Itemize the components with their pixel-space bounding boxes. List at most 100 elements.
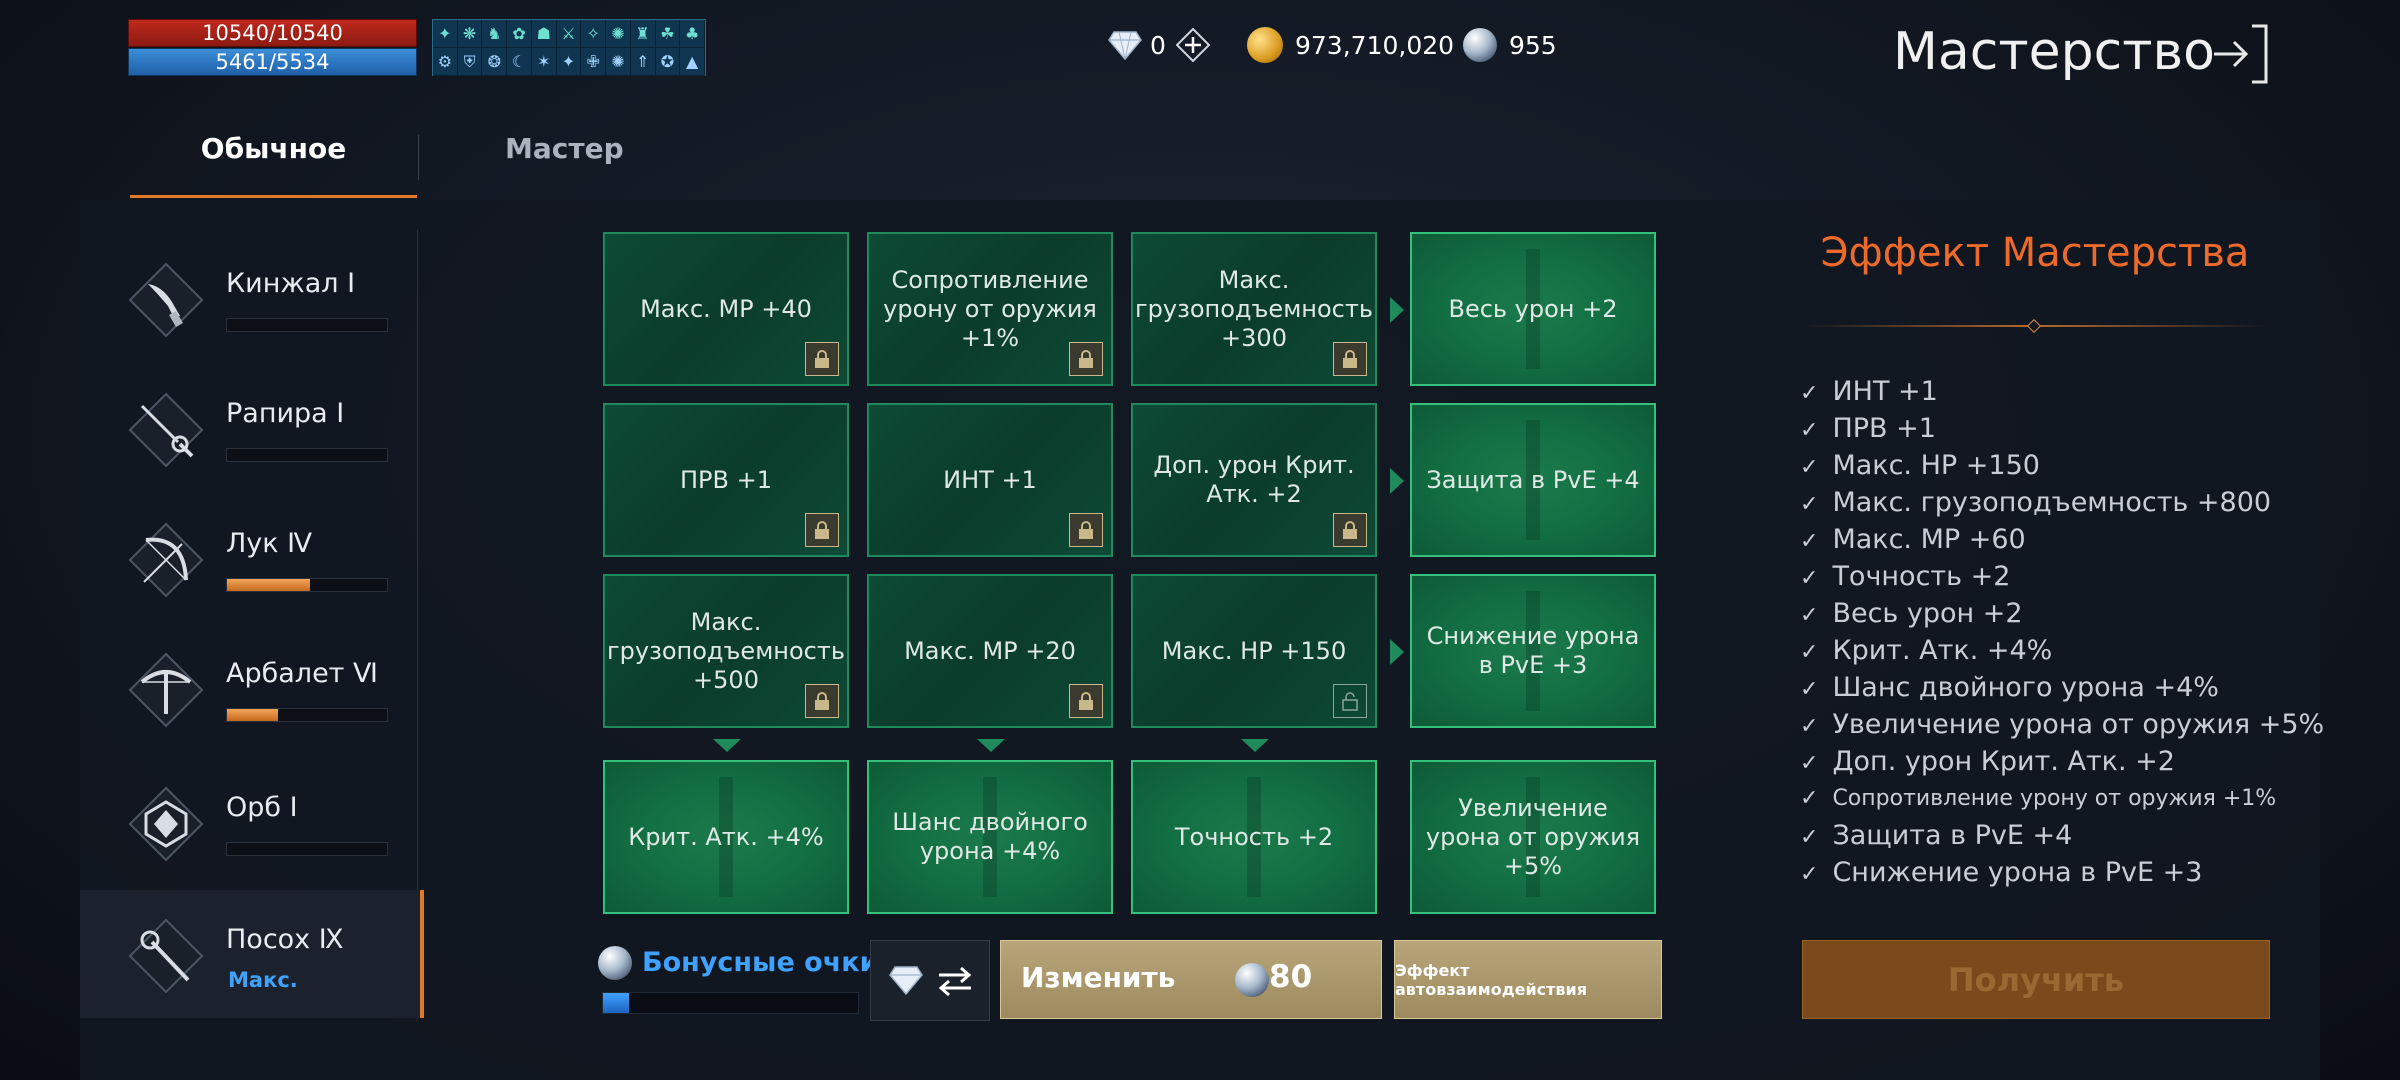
- node-label: Макс. MP +20: [904, 636, 1076, 665]
- lock-icon: [1069, 684, 1103, 718]
- orb-count: 955: [1509, 30, 1557, 60]
- mastery-node[interactable]: Макс. грузоподъемность +500: [603, 574, 849, 728]
- exit-icon[interactable]: [2210, 22, 2270, 86]
- node-label: Весь урон +2: [1448, 294, 1618, 323]
- chevron-right-icon: [1390, 468, 1404, 494]
- weapon-max-label: Макс.: [228, 968, 298, 992]
- buff-icon: ⛨: [457, 48, 483, 76]
- node-label: Шанс двойного урона +4%: [892, 808, 1088, 865]
- buff-icon: ✺: [606, 48, 631, 76]
- effect-item: Защита в PvE +4: [1800, 817, 2324, 854]
- effect-item: Макс. грузоподъемность +800: [1800, 484, 2324, 521]
- lock-icon: [1333, 513, 1367, 547]
- swap-currency-button[interactable]: [870, 940, 990, 1021]
- buff-icon: ✦: [433, 20, 458, 48]
- bonus-points-bar: [602, 992, 859, 1014]
- effect-item: ИНТ +1: [1800, 373, 2324, 410]
- chevron-down-icon: [977, 739, 1005, 752]
- effect-item: Сопротивление урону от оружия +1%: [1800, 780, 2324, 817]
- crossbow-icon: [128, 652, 204, 728]
- gem-currency: 0: [1108, 22, 1210, 68]
- mastery-reward-node[interactable]: Шанс двойного урона +4%: [867, 760, 1113, 914]
- buff-icon: ❂: [482, 48, 508, 76]
- swap-arrows-icon: [938, 966, 972, 997]
- effect-item: Доп. урон Крит. Атк. +2: [1800, 743, 2324, 780]
- mastery-node[interactable]: Макс. MP +40: [603, 232, 849, 386]
- weapon-name: Посох Ⅸ: [226, 924, 344, 955]
- mastery-reward-node[interactable]: Весь урон +2: [1410, 232, 1656, 386]
- gold-coin-icon: [1247, 27, 1283, 63]
- chevron-right-icon: [1390, 639, 1404, 665]
- add-gems-button[interactable]: [1175, 28, 1210, 62]
- staff-icon: [128, 918, 204, 994]
- node-label: Точность +2: [1174, 822, 1334, 851]
- change-cost: 80: [1269, 959, 1313, 995]
- auto-interaction-button[interactable]: Эффект автовзаимодействия: [1394, 940, 1662, 1019]
- mastery-reward-node[interactable]: Защита в PvE +4: [1410, 403, 1656, 557]
- change-button[interactable]: Изменить 80: [1000, 940, 1382, 1019]
- mastery-node[interactable]: Доп. урон Крит. Атк. +2: [1131, 403, 1377, 557]
- effect-item: Макс. HP +150: [1800, 447, 2324, 484]
- effect-item: Шанс двойного урона +4%: [1800, 669, 2324, 706]
- tab-divider: [418, 135, 419, 180]
- weapon-item-staff[interactable]: Посох Ⅸ Макс.: [80, 890, 424, 1018]
- weapon-name: Арбалет Ⅵ: [226, 658, 378, 689]
- buff-icon: ✿: [507, 20, 532, 48]
- node-label: ПРВ +1: [680, 465, 772, 494]
- weapon-item-bow[interactable]: Лук Ⅳ: [80, 494, 420, 622]
- diamond-icon: [889, 966, 923, 995]
- mastery-node[interactable]: ИНТ +1: [867, 403, 1113, 557]
- buff-icon: ☾: [507, 48, 532, 76]
- mastery-reward-node[interactable]: Увеличение урона от оружия +5%: [1410, 760, 1656, 914]
- unlocked-icon: [1333, 684, 1367, 718]
- buff-icon: ✦: [556, 48, 582, 76]
- buff-icon: ♜: [630, 20, 656, 48]
- weapon-progress-bar: [226, 578, 388, 592]
- bonus-points-label: Бонусные очки: [642, 947, 879, 978]
- mastery-node[interactable]: Макс. грузоподъемность +300: [1131, 232, 1377, 386]
- buff-icon: ♣: [680, 20, 705, 48]
- dagger-icon: [128, 262, 204, 338]
- weapon-name: Кинжал Ⅰ: [226, 268, 356, 299]
- buff-icon: ✪: [655, 48, 681, 76]
- mastery-reward-node[interactable]: Снижение урона в PvE +3: [1410, 574, 1656, 728]
- buff-icon: ✙: [581, 48, 607, 76]
- buff-icon: ⇑: [630, 48, 656, 76]
- mastery-reward-node[interactable]: Точность +2: [1131, 760, 1377, 914]
- effect-item: Снижение урона в PvE +3: [1800, 854, 2324, 891]
- node-label: Сопротивление урону от оружия +1%: [883, 265, 1097, 352]
- mastery-node[interactable]: Макс. HP +150: [1131, 574, 1377, 728]
- node-label: Макс. HP +150: [1161, 636, 1347, 665]
- weapon-item-dagger[interactable]: Кинжал Ⅰ: [80, 234, 420, 362]
- chevron-down-icon: [1241, 739, 1269, 752]
- mastery-node[interactable]: Сопротивление урону от оружия +1%: [867, 232, 1113, 386]
- silver-orb-icon: [598, 946, 632, 980]
- chevron-right-icon: [1390, 297, 1404, 323]
- weapon-name: Лук Ⅳ: [226, 528, 313, 559]
- bow-icon: [128, 522, 204, 598]
- buff-icon: ✧: [581, 20, 607, 48]
- bonus-points-fill: [603, 993, 629, 1013]
- plus-icon: [1175, 28, 1210, 62]
- weapon-progress-fill: [227, 709, 279, 721]
- node-label: Макс. MP +40: [640, 294, 812, 323]
- weapon-item-rapier[interactable]: Рапира Ⅰ: [80, 364, 420, 492]
- weapon-progress-bar: [226, 708, 388, 722]
- mastery-node[interactable]: ПРВ +1: [603, 403, 849, 557]
- effect-item: ПРВ +1: [1800, 410, 2324, 447]
- hp-bar: 10540/10540: [128, 19, 417, 47]
- weapon-item-orb[interactable]: Орб Ⅰ: [80, 758, 420, 886]
- diamond-icon: [1108, 31, 1142, 60]
- buff-icon: ♞: [482, 20, 508, 48]
- lock-icon: [1069, 513, 1103, 547]
- lock-icon: [805, 342, 839, 376]
- claim-button[interactable]: Получить: [1802, 940, 2270, 1019]
- weapon-item-crossbow[interactable]: Арбалет Ⅵ: [80, 624, 420, 752]
- gem-count: 0: [1150, 30, 1166, 60]
- mastery-node[interactable]: Макс. MP +20: [867, 574, 1113, 728]
- weapon-progress-fill: [227, 579, 311, 591]
- mastery-reward-node[interactable]: Крит. Атк. +4%: [603, 760, 849, 914]
- gold-count: 973,710,020: [1295, 30, 1455, 60]
- tab-master[interactable]: Мастер: [505, 132, 624, 165]
- tab-normal[interactable]: Обычное: [130, 132, 417, 165]
